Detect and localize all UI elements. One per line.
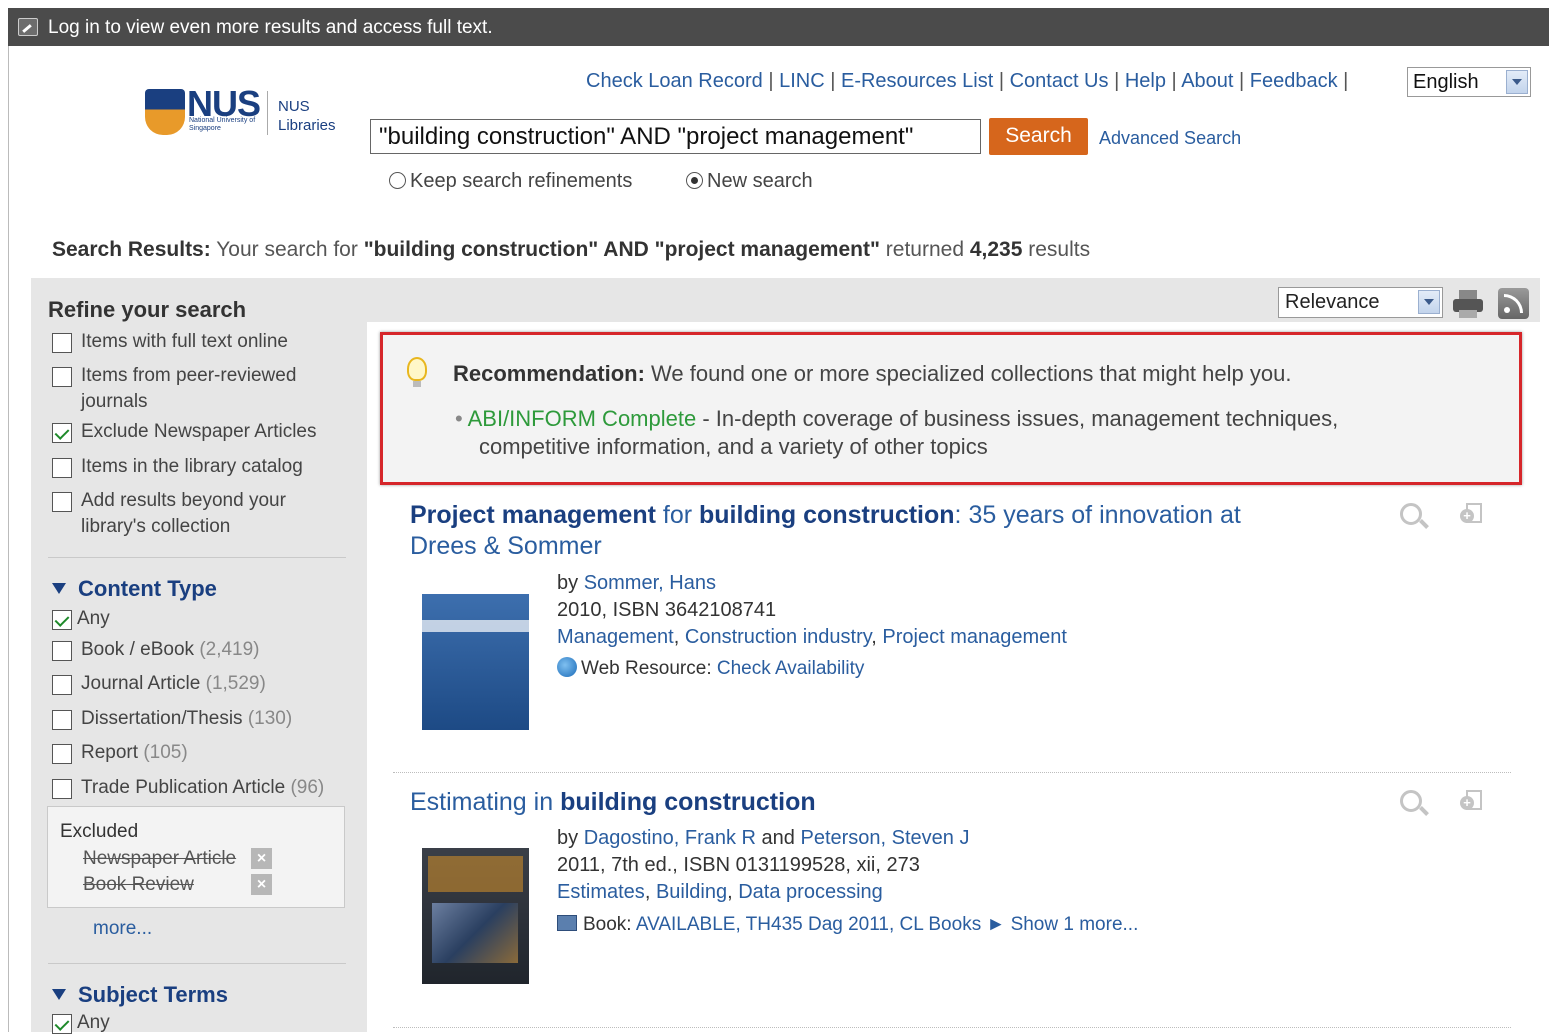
utility-links: Check Loan Record | LINC | E-Resources L… <box>586 70 1349 92</box>
login-message[interactable]: Log in to view even more results and acc… <box>48 17 493 39</box>
link-linc[interactable]: LINC <box>779 70 825 92</box>
preview-zoom-icon[interactable] <box>1400 503 1422 525</box>
preview-zoom-icon[interactable] <box>1400 790 1422 812</box>
checkbox-checked[interactable] <box>52 1014 72 1034</box>
radio-selected-icon <box>686 172 703 189</box>
excluded-title: Excluded <box>60 821 139 842</box>
recommendation-box: Recommendation: We found one or more spe… <box>380 332 1522 485</box>
logo-divider <box>267 91 268 135</box>
search-button[interactable]: Search <box>989 118 1088 155</box>
link-help[interactable]: Help <box>1125 70 1166 92</box>
search-input[interactable]: "building construction" AND "project man… <box>370 119 981 154</box>
checkbox[interactable] <box>52 367 72 387</box>
remove-exclusion-icon[interactable]: × <box>251 874 272 895</box>
result-title-2[interactable]: Estimating in building construction <box>410 787 816 818</box>
excluded-item: Newspaper Article <box>83 848 237 869</box>
radio-icon <box>389 172 406 189</box>
checkbox[interactable] <box>52 744 72 764</box>
logo-libraries: NUS Libraries <box>278 98 336 134</box>
show-more-link[interactable]: ► Show 1 more... <box>986 914 1138 935</box>
divider <box>48 963 346 964</box>
add-to-folder-icon[interactable] <box>1460 790 1486 814</box>
print-icon[interactable] <box>1453 290 1483 318</box>
subject-terms-heading[interactable]: Subject Terms <box>52 982 228 1008</box>
chevron-down-icon <box>1418 290 1440 314</box>
link-about[interactable]: About <box>1181 70 1233 92</box>
author-link[interactable]: Dagostino, Frank R <box>584 827 756 849</box>
rss-icon[interactable] <box>1498 288 1529 319</box>
nus-crest-icon <box>145 89 185 135</box>
checkbox[interactable] <box>52 492 72 512</box>
language-value: English <box>1413 71 1479 93</box>
excluded-facets: Excluded Newspaper Article × Book Review… <box>47 806 345 908</box>
abi-inform-link[interactable]: ABI/INFORM Complete <box>468 406 697 431</box>
link-contact-us[interactable]: Contact Us <box>1010 70 1109 92</box>
sort-value: Relevance <box>1285 291 1380 313</box>
subject-link[interactable]: Building <box>656 881 727 903</box>
recommendation-item: • ABI/INFORM Complete - In-depth coverag… <box>455 406 1339 459</box>
radio-label: New search <box>707 170 813 192</box>
book-cover-image[interactable] <box>422 848 529 984</box>
excluded-item: Book Review <box>83 874 194 895</box>
add-to-folder-icon[interactable] <box>1460 503 1486 527</box>
subject-link[interactable]: Management <box>557 626 674 648</box>
book-icon <box>557 915 577 931</box>
availability-link[interactable]: AVAILABLE, TH435 Dag 2011, CL Books <box>636 914 981 935</box>
result-meta-2: by Dagostino, Frank R and Peterson, Stev… <box>557 827 1139 935</box>
subject-link[interactable]: Project management <box>882 626 1067 648</box>
collapse-triangle-icon <box>52 989 66 1000</box>
result-separator <box>393 1027 1511 1028</box>
collapse-triangle-icon <box>52 583 66 594</box>
check-availability-link[interactable]: Check Availability <box>717 658 865 679</box>
author-link[interactable]: Peterson, Steven J <box>800 827 969 849</box>
divider <box>48 557 346 558</box>
globe-icon <box>557 657 577 677</box>
subject-link[interactable]: Construction industry <box>685 626 871 648</box>
lightbulb-icon <box>407 357 427 387</box>
checkbox-checked[interactable] <box>52 423 72 443</box>
book-cover-image[interactable] <box>422 594 529 730</box>
link-e-resources-list[interactable]: E-Resources List <box>841 70 993 92</box>
checkbox[interactable] <box>52 779 72 799</box>
sort-select[interactable]: Relevance <box>1278 287 1443 318</box>
language-select[interactable]: English <box>1407 67 1531 97</box>
refine-title: Refine your search <box>48 297 247 322</box>
remove-exclusion-icon[interactable]: × <box>251 848 272 869</box>
search-summary: Search Results: Your search for "buildin… <box>52 238 1091 261</box>
checkbox[interactable] <box>52 458 72 478</box>
chevron-down-icon <box>1506 70 1528 94</box>
more-link[interactable]: more... <box>93 918 152 940</box>
link-feedback[interactable]: Feedback <box>1250 70 1338 92</box>
checkbox[interactable] <box>52 333 72 353</box>
checkbox[interactable] <box>52 710 72 730</box>
new-search-radio[interactable]: New search <box>686 170 813 193</box>
subject-link[interactable]: Data processing <box>738 881 883 903</box>
content-type-heading[interactable]: Content Type <box>52 576 217 602</box>
checkbox[interactable] <box>52 641 72 661</box>
login-banner[interactable]: Log in to view even more results and acc… <box>8 8 1549 46</box>
checkbox[interactable] <box>52 675 72 695</box>
author-link[interactable]: Sommer, Hans <box>584 572 716 594</box>
recommendation-text: Recommendation: We found one or more spe… <box>453 361 1292 386</box>
result-title-1[interactable]: Project management for building construc… <box>410 500 1241 562</box>
keep-refinements-radio[interactable]: Keep search refinements <box>389 170 632 193</box>
checkbox-checked[interactable] <box>52 610 72 630</box>
link-check-loan-record[interactable]: Check Loan Record <box>586 70 763 92</box>
radio-label: Keep search refinements <box>410 170 633 192</box>
key-icon <box>18 18 38 36</box>
logo-subtitle: National University of Singapore <box>189 117 256 132</box>
result-separator <box>393 772 1511 773</box>
advanced-search-link[interactable]: Advanced Search <box>1099 128 1241 149</box>
subject-link[interactable]: Estimates <box>557 881 645 903</box>
result-meta-1: by Sommer, Hans 2010, ISBN 3642108741 Ma… <box>557 572 1067 679</box>
